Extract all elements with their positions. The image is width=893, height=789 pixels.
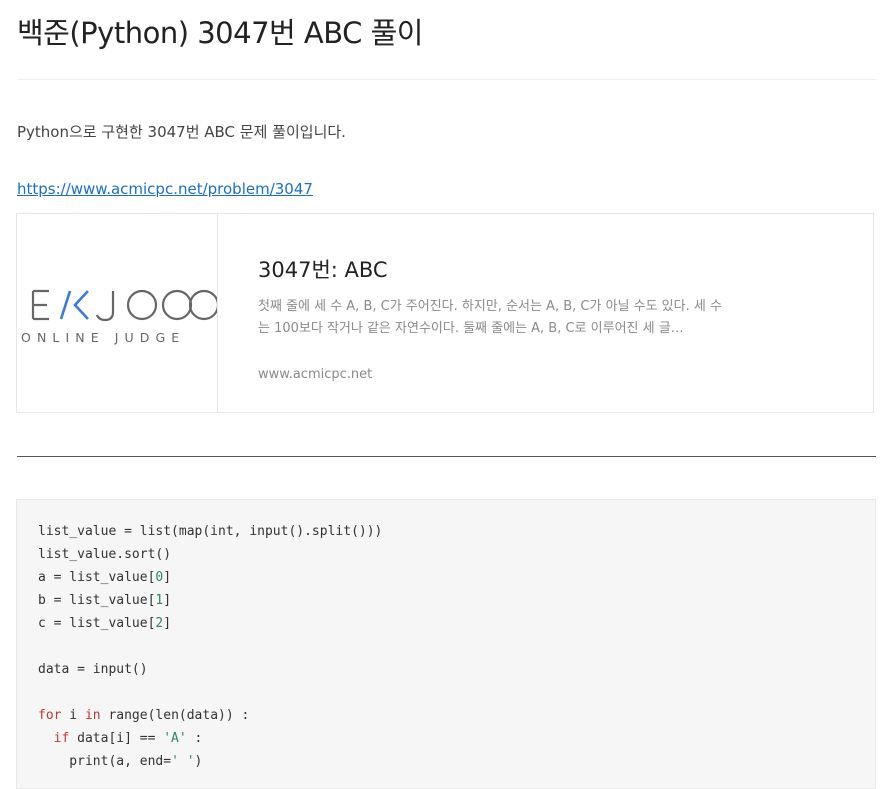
code-line: list_value.sort() [38,547,172,562]
post-title: 백준(Python) 3047번 ABC 풀이 [17,16,423,50]
card-domain: www.acmicpc.net [258,367,373,382]
code-line: for i in range(len(data)) : [38,708,250,723]
code-line: c = list_value[2] [38,616,172,631]
blog-post: 백준(Python) 3047번 ABC 풀이 Python으로 구현한 304… [0,0,893,789]
code-line: b = list_value[1] [38,593,172,608]
link-preview-card[interactable]: ONLINE JUDGE 3047번: ABC 첫째 줄에 세 수 A, B, … [16,213,874,413]
logo-subtitle: ONLINE JUDGE [21,330,185,345]
problem-link[interactable]: https://www.acmicpc.net/problem/3047 [17,180,313,198]
code-line: data = input() [38,662,148,677]
card-thumbnail: ONLINE JUDGE [17,214,218,412]
post-intro: Python으로 구현한 3047번 ABC 문제 풀이입니다. [17,123,346,141]
title-divider [17,79,876,80]
card-title: 3047번: ABC [258,258,388,282]
code-line: print(a, end=' ') [38,754,203,769]
code-line: if data[i] == 'A' : [53,731,203,746]
section-divider [17,456,876,457]
baekjoon-logo: ONLINE JUDGE [21,289,217,345]
code-block: list_value = list(map(int, input().split… [16,499,876,789]
card-description: 첫째 줄에 세 수 A, B, C가 주어진다. 하지만, 순서는 A, B, … [258,299,722,336]
code-line: a = list_value[0] [38,570,172,585]
code-line: list_value = list(map(int, input().split… [38,524,383,539]
